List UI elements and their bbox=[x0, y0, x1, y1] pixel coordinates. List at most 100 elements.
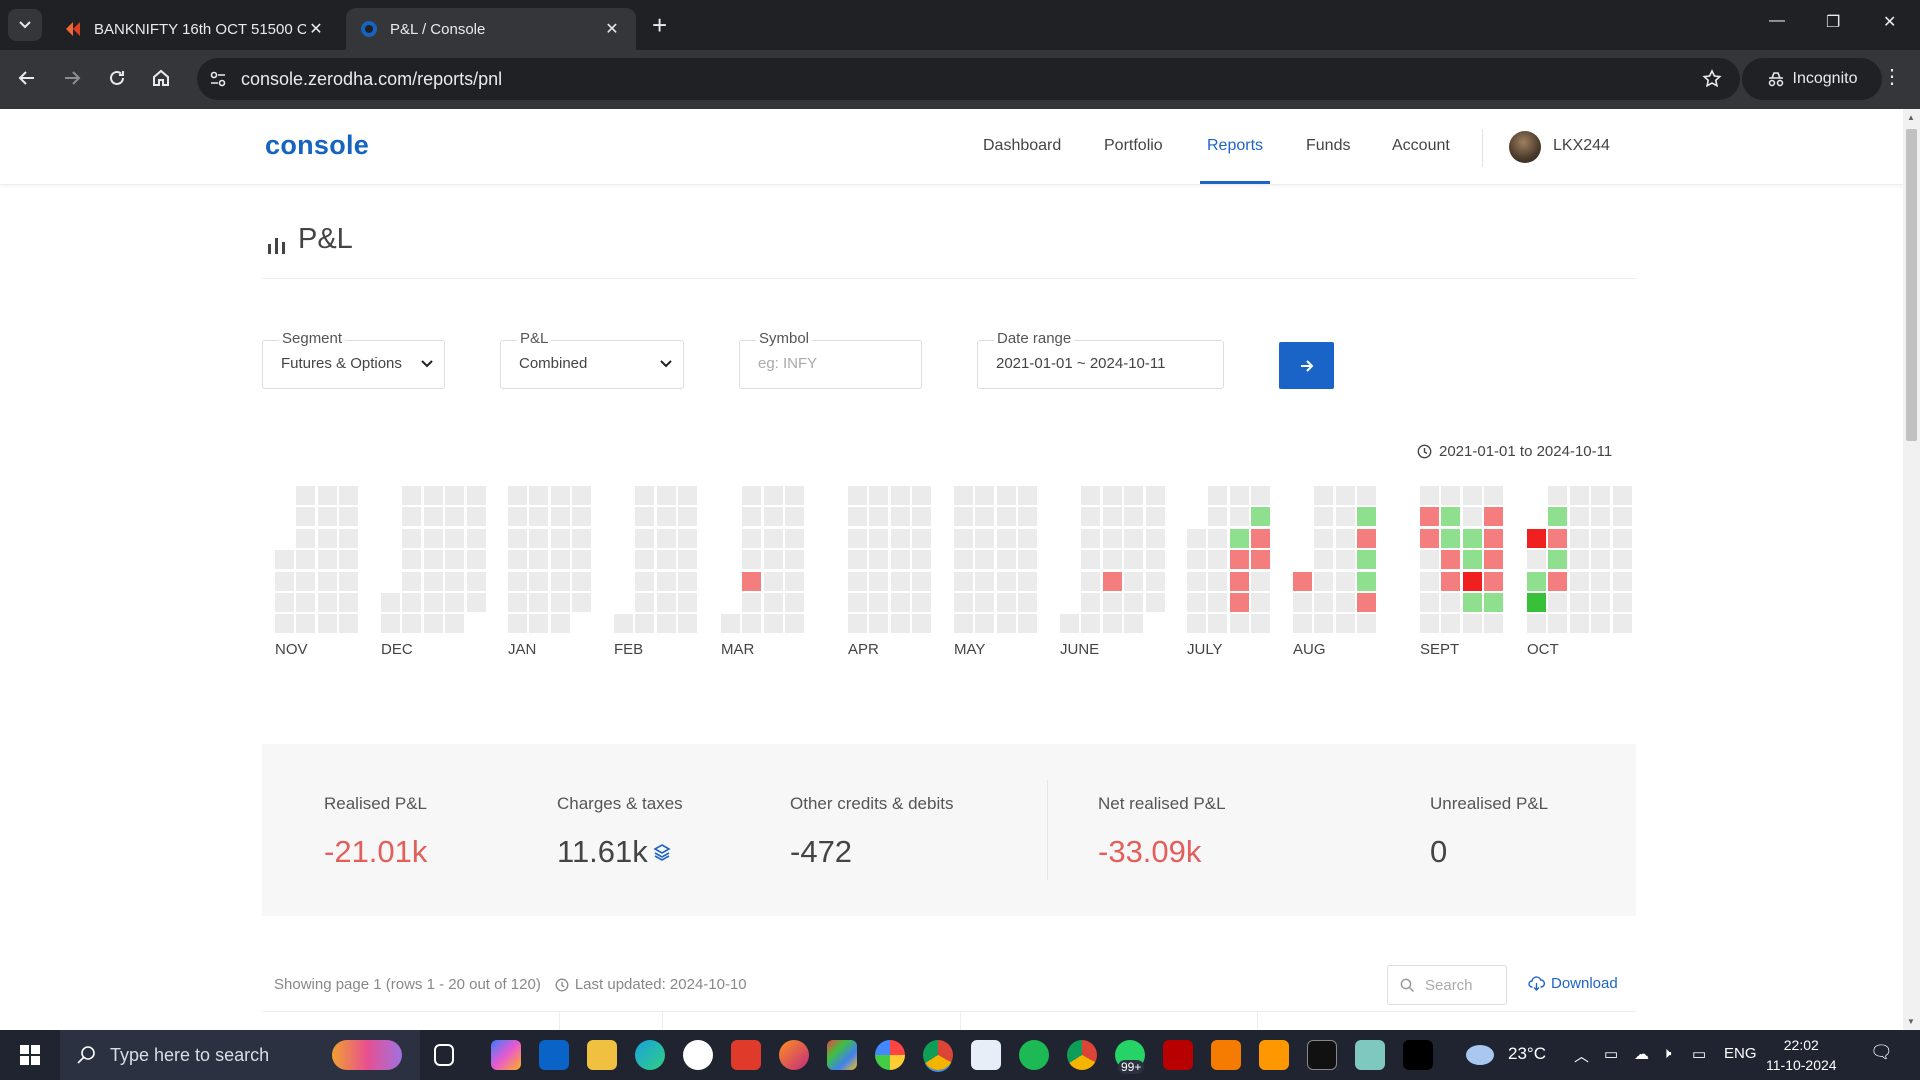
heatmap-day-cell[interactable] bbox=[423, 614, 443, 634]
minimize-icon[interactable]: — bbox=[1769, 12, 1785, 30]
firefox-icon[interactable] bbox=[779, 1040, 809, 1070]
heatmap-day-cell[interactable] bbox=[1314, 550, 1334, 570]
heatmap-day-cell[interactable] bbox=[1081, 571, 1101, 591]
heatmap-day-cell[interactable] bbox=[1462, 571, 1482, 591]
heatmap-day-cell[interactable] bbox=[954, 593, 973, 612]
heatmap-day-cell[interactable] bbox=[635, 507, 655, 527]
heatmap-day-cell[interactable] bbox=[1569, 528, 1589, 548]
heatmap-day-cell[interactable] bbox=[785, 571, 805, 591]
home-icon[interactable] bbox=[150, 67, 172, 89]
heatmap-day-cell[interactable] bbox=[445, 593, 465, 612]
forward-icon[interactable] bbox=[61, 67, 83, 89]
heatmap-day-cell[interactable] bbox=[869, 593, 889, 612]
heatmap-day-cell[interactable] bbox=[1293, 571, 1312, 591]
heatmap-day-cell[interactable] bbox=[742, 528, 762, 548]
heatmap-day-cell[interactable] bbox=[975, 571, 995, 591]
microsoft-store-icon[interactable] bbox=[827, 1040, 857, 1070]
browser-tab-pnl-console[interactable]: P&L / Console ✕ bbox=[346, 8, 636, 50]
heatmap-day-cell[interactable] bbox=[550, 507, 570, 527]
heatmap-day-cell[interactable] bbox=[1314, 571, 1334, 591]
heatmap-day-cell[interactable] bbox=[1569, 507, 1589, 527]
heatmap-day-cell[interactable] bbox=[529, 571, 549, 591]
heatmap-day-cell[interactable] bbox=[869, 550, 889, 570]
heatmap-day-cell[interactable] bbox=[1314, 593, 1334, 612]
heatmap-day-cell[interactable] bbox=[1612, 550, 1632, 570]
heatmap-day-cell[interactable] bbox=[1462, 486, 1482, 505]
heatmap-day-cell[interactable] bbox=[635, 550, 655, 570]
heatmap-day-cell[interactable] bbox=[1102, 507, 1122, 527]
heatmap-day-cell[interactable] bbox=[1569, 550, 1589, 570]
heatmap-day-cell[interactable] bbox=[550, 528, 570, 548]
heatmap-day-cell[interactable] bbox=[317, 550, 337, 570]
heatmap-day-cell[interactable] bbox=[550, 486, 570, 505]
heatmap-day-cell[interactable] bbox=[529, 593, 549, 612]
heatmap-day-cell[interactable] bbox=[1591, 528, 1611, 548]
heatmap-day-cell[interactable] bbox=[869, 571, 889, 591]
heatmap-day-cell[interactable] bbox=[996, 614, 1016, 634]
heatmap-day-cell[interactable] bbox=[1124, 486, 1144, 505]
heatmap-day-cell[interactable] bbox=[1420, 614, 1439, 634]
heatmap-day-cell[interactable] bbox=[508, 528, 527, 548]
heatmap-day-cell[interactable] bbox=[445, 614, 465, 634]
heatmap-day-cell[interactable] bbox=[656, 550, 676, 570]
heatmap-day-cell[interactable] bbox=[296, 571, 316, 591]
spotify-icon[interactable] bbox=[1019, 1040, 1049, 1070]
scroll-down-icon[interactable]: ▼ bbox=[1907, 1017, 1915, 1026]
heatmap-day-cell[interactable] bbox=[1145, 507, 1165, 527]
heatmap-day-cell[interactable] bbox=[785, 528, 805, 548]
heatmap-day-cell[interactable] bbox=[975, 614, 995, 634]
heatmap-day-cell[interactable] bbox=[996, 486, 1016, 505]
heatmap-day-cell[interactable] bbox=[1484, 486, 1504, 505]
heatmap-day-cell[interactable] bbox=[1420, 486, 1439, 505]
nav-account[interactable]: Account bbox=[1392, 137, 1450, 155]
heatmap-day-cell[interactable] bbox=[1612, 614, 1632, 634]
heatmap-day-cell[interactable] bbox=[1124, 571, 1144, 591]
heatmap-day-cell[interactable] bbox=[1208, 571, 1228, 591]
address-bar[interactable]: console.zerodha.com/reports/pnl bbox=[197, 58, 1740, 100]
heatmap-day-cell[interactable] bbox=[1335, 593, 1355, 612]
heatmap-day-cell[interactable] bbox=[763, 528, 783, 548]
heatmap-day-cell[interactable] bbox=[1612, 507, 1632, 527]
heatmap-day-cell[interactable] bbox=[1441, 614, 1461, 634]
heatmap-day-cell[interactable] bbox=[1229, 486, 1249, 505]
heatmap-day-cell[interactable] bbox=[1018, 614, 1038, 634]
heatmap-day-cell[interactable] bbox=[296, 528, 316, 548]
heatmap-day-cell[interactable] bbox=[1081, 593, 1101, 612]
heatmap-day-cell[interactable] bbox=[1081, 614, 1101, 634]
heatmap-day-cell[interactable] bbox=[1357, 550, 1377, 570]
heatmap-day-cell[interactable] bbox=[1229, 550, 1249, 570]
heatmap-day-cell[interactable] bbox=[1251, 614, 1271, 634]
heatmap-day-cell[interactable] bbox=[275, 614, 294, 634]
heatmap-day-cell[interactable] bbox=[742, 614, 762, 634]
heatmap-day-cell[interactable] bbox=[466, 507, 486, 527]
heatmap-day-cell[interactable] bbox=[656, 614, 676, 634]
heatmap-day-cell[interactable] bbox=[1527, 593, 1546, 612]
heatmap-day-cell[interactable] bbox=[1548, 486, 1568, 505]
terminal-icon[interactable] bbox=[1307, 1040, 1337, 1070]
heatmap-day-cell[interactable] bbox=[1420, 593, 1439, 612]
heatmap-day-cell[interactable] bbox=[529, 507, 549, 527]
bookmark-star-icon[interactable] bbox=[1702, 69, 1722, 89]
heatmap-day-cell[interactable] bbox=[890, 528, 910, 548]
nav-funds[interactable]: Funds bbox=[1306, 137, 1350, 155]
heatmap-day-cell[interactable] bbox=[912, 528, 932, 548]
heatmap-day-cell[interactable] bbox=[742, 593, 762, 612]
heatmap-day-cell[interactable] bbox=[1569, 571, 1589, 591]
heatmap-day-cell[interactable] bbox=[1612, 528, 1632, 548]
heatmap-day-cell[interactable] bbox=[763, 507, 783, 527]
heatmap-day-cell[interactable] bbox=[423, 528, 443, 548]
heatmap-day-cell[interactable] bbox=[1335, 528, 1355, 548]
heatmap-day-cell[interactable] bbox=[402, 528, 422, 548]
heatmap-day-cell[interactable] bbox=[1548, 571, 1568, 591]
heatmap-day-cell[interactable] bbox=[912, 571, 932, 591]
heatmap-day-cell[interactable] bbox=[1124, 507, 1144, 527]
heatmap-day-cell[interactable] bbox=[381, 614, 400, 634]
heatmap-day-cell[interactable] bbox=[1145, 528, 1165, 548]
heatmap-day-cell[interactable] bbox=[1208, 528, 1228, 548]
heatmap-day-cell[interactable] bbox=[275, 593, 294, 612]
heatmap-day-cell[interactable] bbox=[1569, 593, 1589, 612]
heatmap-day-cell[interactable] bbox=[1484, 593, 1504, 612]
heatmap-day-cell[interactable] bbox=[1124, 550, 1144, 570]
heatmap-day-cell[interactable] bbox=[402, 571, 422, 591]
apply-filter-button[interactable] bbox=[1279, 342, 1334, 389]
